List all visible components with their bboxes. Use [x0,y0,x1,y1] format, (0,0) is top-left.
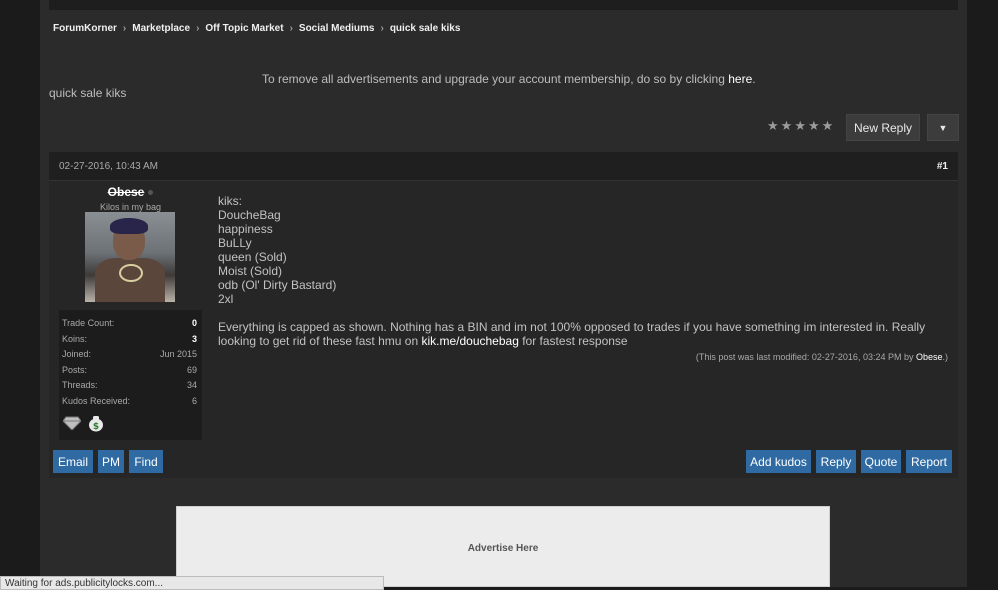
avatar[interactable] [85,212,175,302]
stat-posts: Posts: 69 [62,365,197,379]
add-kudos-button[interactable]: Add kudos [746,450,811,473]
thread-options-button[interactable]: ▼ [927,114,959,141]
browser-status-bar: Waiting for ads.publicitylocks.com... [0,576,384,590]
thread-rating[interactable]: ★ ★ ★ ★ ★ [767,118,833,134]
top-bar [49,0,958,10]
modified-suffix: .) [942,352,949,362]
stat-koins: Koins: 3 [62,334,197,348]
caret-down-icon: ▼ [938,122,948,133]
chevron-right-icon: › [122,22,127,34]
message-line: 2xl [218,292,234,306]
chevron-right-icon: › [289,22,293,34]
username-text[interactable]: Obese [108,185,145,199]
stat-value: 69 [186,365,197,375]
breadcrumb-social-mediums[interactable]: Social Mediums [299,23,375,34]
money-bag-icon: $ [86,414,106,432]
post-date: 02-27-2016, 10:43 AM [59,161,158,172]
paragraph-suffix: for fastest response [518,334,628,348]
message-line: BuLLy [218,236,252,250]
quote-button[interactable]: Quote [861,450,901,473]
stat-value: 34 [186,380,197,390]
message-paragraph: Everything is capped as shown. Nothing h… [218,320,925,348]
breadcrumb: ForumKorner › Marketplace › Off Topic Ma… [53,21,460,35]
post-header: 02-27-2016, 10:43 AM #1 [49,152,958,181]
message-line: DoucheBag [218,208,281,222]
stat-value: 6 [191,396,197,406]
find-button[interactable]: Find [129,450,163,473]
svg-text:$: $ [93,422,99,432]
pm-button[interactable]: PM [98,450,124,473]
stat-value[interactable]: 3 [192,334,197,348]
stat-trade-count: Trade Count: 0 [62,318,197,332]
post: 02-27-2016, 10:43 AM #1 Obese Kilos in m… [49,152,958,478]
breadcrumb-forumkorner[interactable]: ForumKorner [53,23,117,34]
new-reply-button[interactable]: New Reply [846,114,920,141]
message-line: queen (Sold) [218,250,287,264]
ad-notice-suffix: . [752,72,756,86]
diamond-icon [62,414,82,432]
report-button[interactable]: Report [906,450,952,473]
email-button[interactable]: Email [53,450,93,473]
ad-removal-notice: To remove all advertisements and upgrade… [262,72,756,86]
breadcrumb-current-thread[interactable]: quick sale kiks [390,23,461,34]
message-line: happiness [218,222,273,236]
star-icon[interactable]: ★ [781,118,793,134]
ad-notice-text: To remove all advertisements and upgrade… [262,72,729,86]
message-line: Moist (Sold) [218,264,283,278]
breadcrumb-marketplace[interactable]: Marketplace [132,23,190,34]
stat-label: Posts: [62,365,88,375]
message-line: kiks: [218,194,242,208]
kik-link[interactable]: kik.me/douchebag [421,334,518,348]
thread-title: quick sale kiks [49,86,127,100]
stat-threads: Threads: 34 [62,380,197,394]
stat-label: Trade Count: [62,318,115,328]
advertisement-box[interactable]: Advertise Here [176,506,830,587]
advertise-here-label: Advertise Here [467,543,539,554]
stat-kudos-received: Kudos Received: 6 [62,396,197,410]
stat-label: Kudos Received: [62,396,131,406]
star-icon[interactable]: ★ [808,118,820,134]
stat-joined: Joined: Jun 2015 [62,349,197,363]
stat-value: Jun 2015 [159,349,197,359]
post-permalink[interactable]: #1 [937,161,948,172]
breadcrumb-off-topic-market[interactable]: Off Topic Market [205,23,283,34]
stat-label: Threads: [62,380,98,390]
star-icon[interactable]: ★ [767,118,779,134]
reply-button[interactable]: Reply [816,450,856,473]
stat-label: Joined: [62,349,92,359]
star-icon[interactable]: ★ [822,118,834,134]
modified-prefix: (This post was last modified: 02-27-2016… [695,352,916,362]
username[interactable]: Obese [59,185,202,199]
post-message: kiks: DoucheBag happiness BuLLy queen (S… [218,194,938,348]
offline-status-icon [148,190,154,196]
modified-by-user[interactable]: Obese [916,352,943,362]
user-info: Obese Kilos in my bag Trade Count: 0 Koi… [59,182,202,440]
user-badges: $ [62,414,106,432]
stat-value[interactable]: 0 [192,318,197,332]
message-line: odb (Ol' Dirty Bastard) [218,278,337,292]
chevron-right-icon: › [196,22,200,34]
stat-label: Koins: [62,334,88,344]
user-stats: Trade Count: 0 Koins: 3 Joined: Jun 2015… [59,310,202,440]
user-title: Kilos in my bag [99,202,162,212]
star-icon[interactable]: ★ [794,118,806,134]
upgrade-link[interactable]: here [728,72,752,86]
chevron-right-icon: › [380,22,384,34]
post-modified-note: (This post was last modified: 02-27-2016… [696,352,948,362]
